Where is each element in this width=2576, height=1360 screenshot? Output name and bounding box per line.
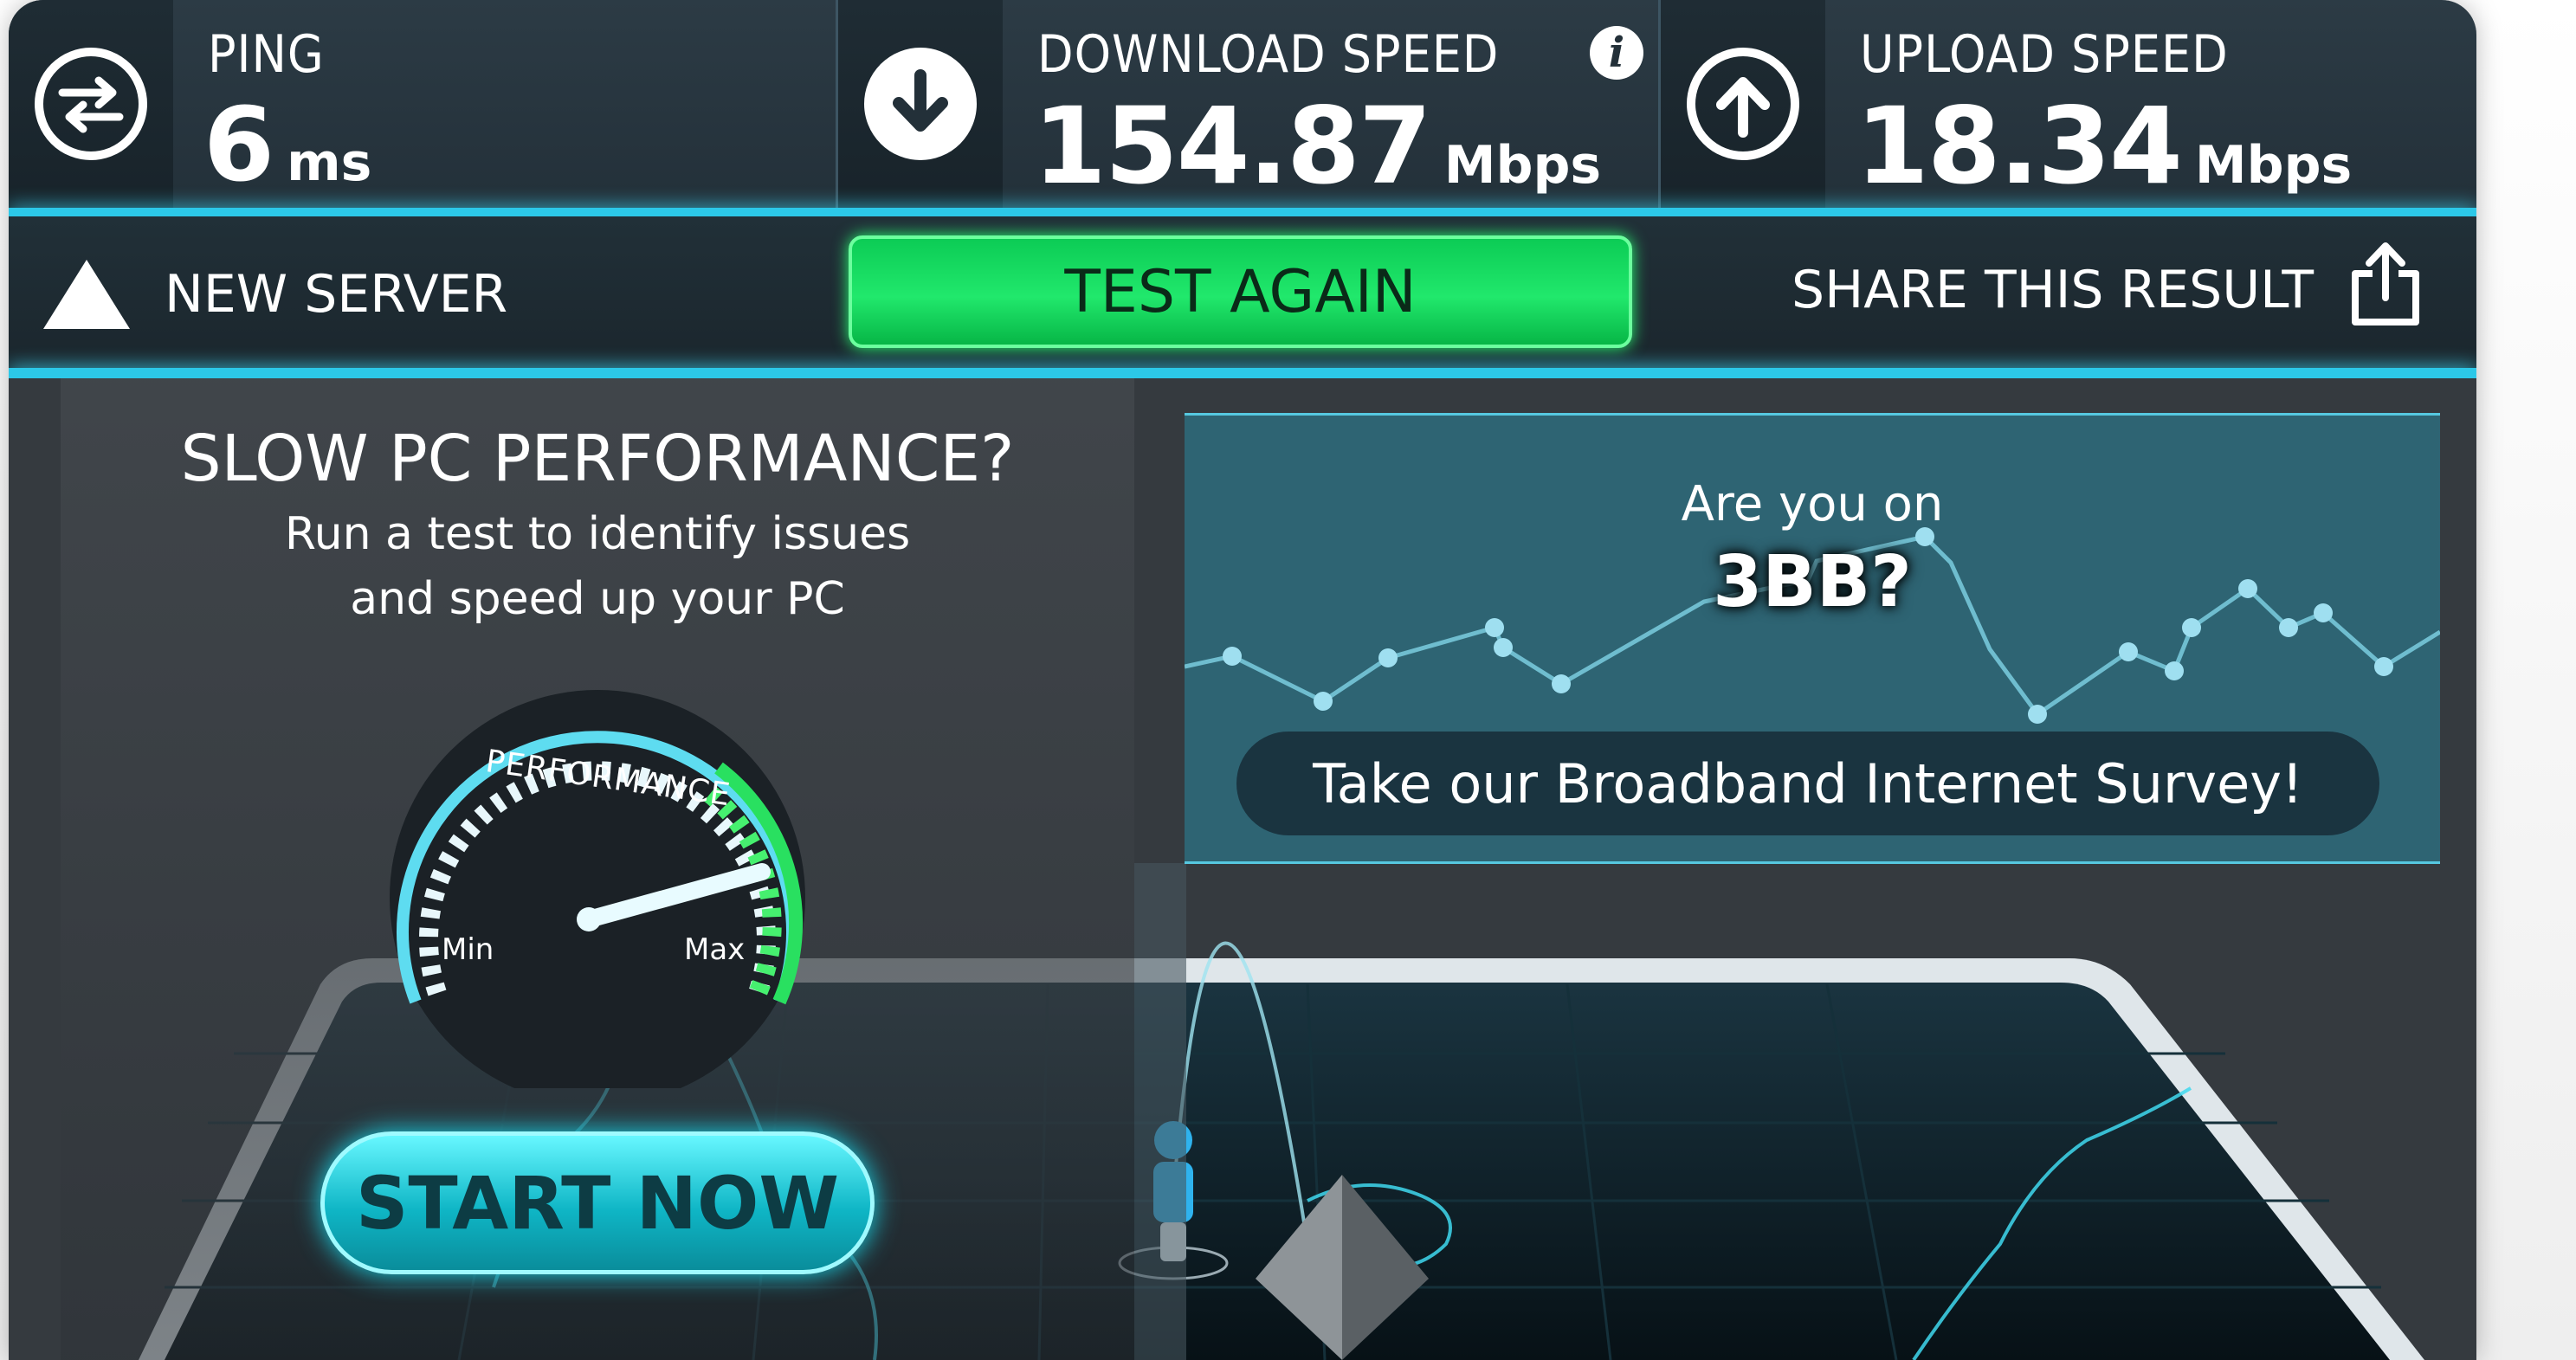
header-glow-divider [9,208,2476,216]
ping-metric: PING 6 ms [9,0,831,212]
survey-isp-name: 3BB? [1713,541,1912,623]
download-label: DOWNLOAD SPEED [1037,24,1500,85]
info-icon[interactable]: i [1590,26,1643,80]
ping-unit: ms [287,132,372,193]
broadband-survey-button[interactable]: Take our Broadband Internet Survey! [1236,732,2379,835]
ping-value-row: 6 ms [203,85,371,204]
triangle-icon [43,260,130,329]
upload-arrow-icon [1687,48,1799,160]
ad-subtitle-line2: and speed up your PC [350,573,845,625]
gauge-max-label: Max [684,932,746,967]
results-header: PING 6 ms DOWNLOAD SPEED 154.87 Mbps i U… [9,0,2476,212]
ping-icon-box [9,0,173,212]
download-unit: Mbps [1443,135,1602,196]
main-area: SLOW PC PERFORMANCE? Run a test to ident… [9,378,2476,1360]
performance-gauge: PERFORMANCE Min Max [355,673,840,1105]
download-icon-box [838,0,1003,212]
test-again-button[interactable]: TEST AGAIN [849,235,1632,348]
action-bar: NEW SERVER TEST AGAIN SHARE THIS RESULT [9,216,2476,372]
share-icon [2348,241,2423,340]
ping-value: 6 [203,85,274,204]
upload-icon-box [1661,0,1825,212]
upload-value-row: 18.34 Mbps [1856,85,2352,208]
swap-arrows-icon [35,48,147,160]
share-label: SHARE THIS RESULT [1792,260,2314,320]
gauge-min-label: Min [442,932,494,967]
speedtest-window: PING 6 ms DOWNLOAD SPEED 154.87 Mbps i U… [0,0,2576,1360]
pc-performance-ad: SLOW PC PERFORMANCE? Run a test to ident… [61,378,1134,1360]
survey-question: Are you on [1681,476,1944,532]
upload-label: UPLOAD SPEED [1860,24,2229,85]
download-arrow-icon [864,48,977,160]
download-value-row: 154.87 Mbps [1033,85,1601,208]
ad-title: SLOW PC PERFORMANCE? [180,422,1015,496]
download-metric: DOWNLOAD SPEED 154.87 Mbps i [836,0,1656,212]
share-result-button[interactable]: SHARE THIS RESULT [1792,242,2423,338]
upload-metric: UPLOAD SPEED 18.34 Mbps [1658,0,2476,212]
new-server-button[interactable]: NEW SERVER [43,251,507,338]
download-value: 154.87 [1033,85,1432,208]
broadband-survey-panel: Are you on 3BB? Take our Broadband Inter… [1185,413,2440,864]
new-server-label: NEW SERVER [165,264,508,325]
upload-value: 18.34 [1856,85,2183,208]
action-glow-divider [9,368,2476,378]
start-now-button[interactable]: START NOW [320,1131,875,1274]
ad-subtitle-line1: Run a test to identify issues [284,508,911,560]
upload-unit: Mbps [2194,135,2353,196]
speedtest-frame: PING 6 ms DOWNLOAD SPEED 154.87 Mbps i U… [9,0,2476,1360]
ping-label: PING [208,24,325,85]
